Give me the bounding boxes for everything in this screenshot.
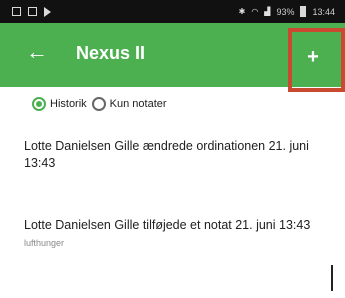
back-arrow-icon[interactable]: ← <box>20 35 54 69</box>
signal-icon: ▟ <box>264 7 271 16</box>
history-item-note: lufthunger <box>24 238 65 248</box>
radio-kun-notater-label: Kun notater <box>109 98 167 110</box>
history-item-text: Lotte Danielsen Gille ændrede ordination… <box>24 139 309 170</box>
wifi-icon: ◠ <box>251 7 259 16</box>
page-title: Nexus II <box>76 43 146 63</box>
battery-percent: 93% <box>276 6 295 17</box>
radio-historik[interactable]: Historik <box>32 97 87 111</box>
image-icon <box>28 7 37 16</box>
text-cursor <box>331 265 333 291</box>
history-list-item[interactable]: Lotte Danielsen Gille ændrede ordination… <box>24 138 314 172</box>
battery-icon <box>300 6 307 17</box>
gallery-icon <box>12 7 21 16</box>
radio-checked-icon[interactable] <box>32 97 46 111</box>
status-right-icons: ✱ ◠ ▟ 93% 13:44 <box>239 6 335 17</box>
status-left-icons <box>12 6 51 17</box>
history-item-text: Lotte Danielsen Gille tilføjede et notat… <box>24 218 311 232</box>
radio-unchecked-icon[interactable] <box>91 97 106 111</box>
bluetooth-icon: ✱ <box>238 7 246 16</box>
filter-radio-group: Historik Kun notater <box>32 94 172 114</box>
status-bar: ✱ ◠ ▟ 93% 13:44 <box>0 0 345 23</box>
radio-historik-label: Historik <box>50 98 87 110</box>
history-list-item[interactable]: Lotte Danielsen Gille tilføjede et notat… <box>24 217 314 250</box>
play-icon <box>44 6 51 17</box>
highlight-annotation-box <box>288 28 345 92</box>
radio-kun-notater[interactable]: Kun notater <box>91 97 167 111</box>
clock: 13:44 <box>312 6 335 17</box>
